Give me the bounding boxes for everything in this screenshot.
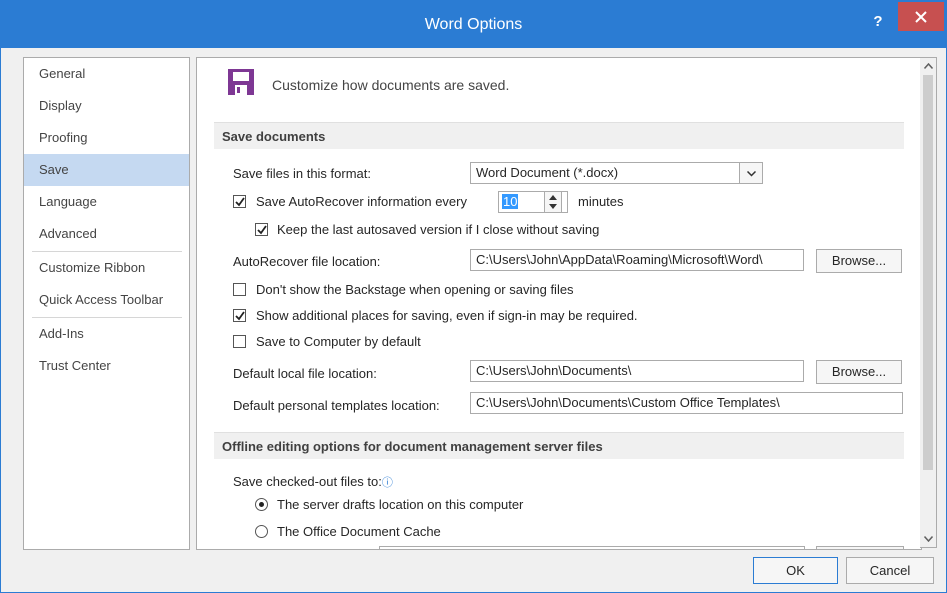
sidebar-item-quick-access-toolbar[interactable]: Quick Access Toolbar [24, 284, 189, 316]
offline-editing-section-header: Offline editing options for document man… [214, 432, 904, 459]
autorecover-location-input[interactable]: C:\Users\John\AppData\Roaming\Microsoft\… [470, 249, 804, 271]
save-to-computer-checkbox[interactable] [233, 335, 246, 348]
sidebar-item-language[interactable]: Language [24, 186, 189, 218]
sidebar-item-general[interactable]: General [24, 58, 189, 90]
show-additional-places-checkbox[interactable] [233, 309, 246, 322]
scrollbar-thumb[interactable] [923, 75, 933, 470]
sidebar-item-add-ins[interactable]: Add-Ins [24, 318, 189, 350]
minutes-stepper[interactable] [544, 191, 562, 213]
office-cache-radio[interactable] [255, 525, 268, 538]
sidebar-item-save[interactable]: Save [24, 154, 189, 186]
default-local-location-label: Default local file location: [233, 366, 377, 381]
default-templates-location-label: Default personal templates location: [233, 398, 440, 413]
cut-off-button [816, 546, 904, 549]
word-options-dialog: Word Options ? General Display Proofing … [0, 0, 947, 593]
default-local-location-input[interactable]: C:\Users\John\Documents\ [470, 360, 804, 382]
keep-last-autosaved-checkbox[interactable] [255, 223, 268, 236]
check-icon [235, 197, 245, 207]
save-to-computer-label: Save to Computer by default [256, 334, 421, 349]
chevron-down-icon[interactable] [739, 163, 762, 183]
show-additional-places-label: Show additional places for saving, even … [256, 308, 638, 323]
server-drafts-radio[interactable] [255, 498, 268, 511]
format-label: Save files in this format: [233, 166, 371, 181]
save-options-panel: Customize how documents are saved. Save … [196, 57, 922, 550]
ok-button[interactable]: OK [753, 557, 838, 584]
scroll-up-icon[interactable] [923, 60, 933, 72]
dialog-title: Word Options [424, 16, 523, 33]
cancel-button[interactable]: Cancel [846, 557, 934, 584]
info-icon[interactable]: ⓘ [382, 477, 393, 489]
autorecover-location-label: AutoRecover file location: [233, 254, 381, 269]
spin-down-icon[interactable] [549, 204, 557, 209]
vertical-scrollbar[interactable] [920, 57, 937, 548]
autorecover-browse-button[interactable]: Browse... [816, 249, 902, 273]
autorecover-checkbox[interactable] [233, 195, 246, 208]
sidebar-item-proofing[interactable]: Proofing [24, 122, 189, 154]
default-local-browse-button[interactable]: Browse... [816, 360, 902, 384]
keep-last-autosaved-label: Keep the last autosaved version if I clo… [277, 222, 600, 237]
floppy-disk-icon [228, 69, 254, 95]
sidebar-item-trust-center[interactable]: Trust Center [24, 350, 189, 382]
sidebar-item-customize-ribbon[interactable]: Customize Ribbon [24, 252, 189, 284]
sidebar-item-advanced[interactable]: Advanced [24, 218, 189, 250]
save-checked-out-text: Save checked-out files to: [233, 474, 382, 489]
dont-show-backstage-label: Don't show the Backstage when opening or… [256, 282, 574, 297]
check-icon [235, 311, 245, 321]
format-select[interactable]: Word Document (*.docx) [470, 162, 763, 184]
title-bar: Word Options ? [1, 1, 946, 48]
radio-selected-dot [259, 502, 264, 507]
check-icon [257, 225, 267, 235]
help-button[interactable]: ? [868, 13, 888, 33]
sidebar-item-display[interactable]: Display [24, 90, 189, 122]
spin-up-icon[interactable] [549, 195, 557, 200]
format-select-value: Word Document (*.docx) [476, 165, 619, 180]
page-heading: Customize how documents are saved. [272, 77, 510, 93]
office-cache-label: The Office Document Cache [277, 524, 441, 539]
autorecover-label: Save AutoRecover information every [256, 194, 467, 209]
minutes-label: minutes [578, 194, 624, 209]
save-documents-section-header: Save documents [214, 122, 904, 149]
default-templates-location-input[interactable]: C:\Users\John\Documents\Custom Office Te… [470, 392, 903, 414]
close-icon [915, 11, 927, 23]
server-drafts-label: The server drafts location on this compu… [277, 497, 524, 512]
sidebar: General Display Proofing Save Language A… [23, 57, 190, 550]
cut-off-input [379, 546, 805, 549]
autorecover-minutes-value: 10 [502, 194, 519, 209]
save-checked-out-label: Save checked-out files to:ⓘ [233, 474, 393, 490]
dont-show-backstage-checkbox[interactable] [233, 283, 246, 296]
close-button[interactable] [898, 2, 944, 31]
scroll-down-icon[interactable] [923, 533, 933, 545]
